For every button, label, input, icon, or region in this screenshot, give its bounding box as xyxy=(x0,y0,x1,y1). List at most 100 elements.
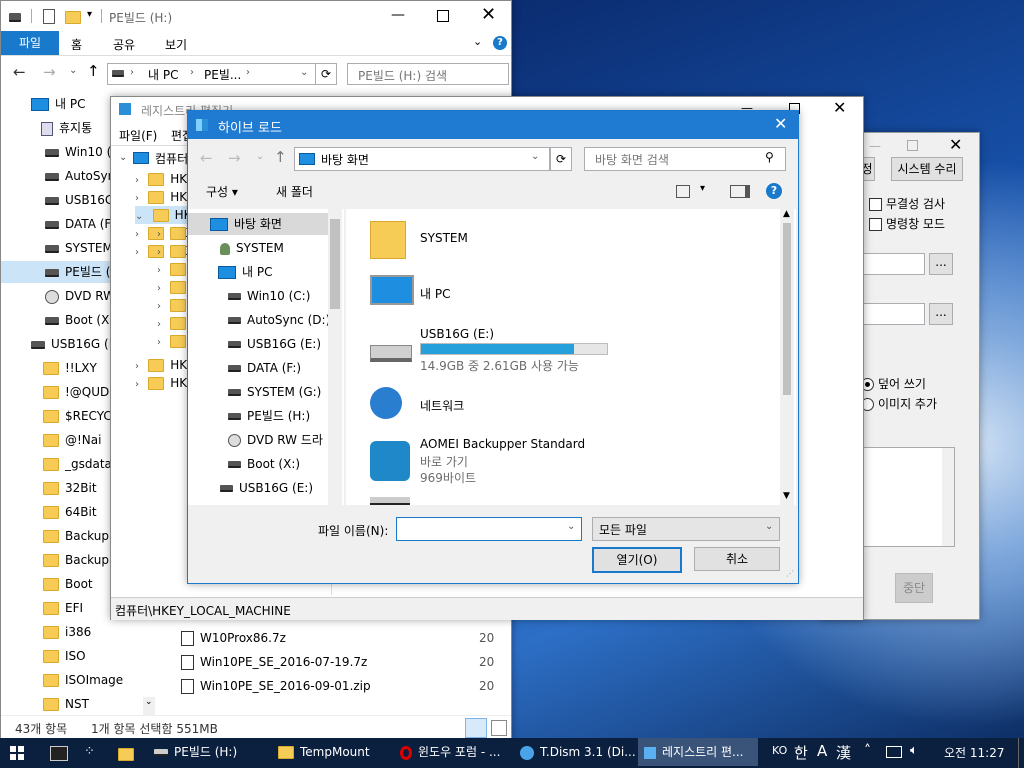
chevron-down-icon[interactable]: ⌄ xyxy=(119,152,127,163)
chevron-down-icon[interactable]: ⌄ xyxy=(765,521,773,532)
preview-pane-icon[interactable] xyxy=(730,185,750,198)
refresh-button[interactable]: ⟳ xyxy=(315,63,337,85)
back-arrow-icon[interactable]: ← xyxy=(200,149,213,167)
breadcrumb-drive[interactable]: PE빌... xyxy=(204,66,241,83)
cmd-icon[interactable] xyxy=(50,746,68,761)
chevron-right-icon[interactable]: › xyxy=(135,175,142,186)
chevron-right-icon[interactable]: › xyxy=(157,301,164,312)
dialog-nav-item[interactable]: PE빌드 (H:) xyxy=(188,405,328,427)
nav-scrollbar[interactable] xyxy=(328,209,342,505)
up-arrow-icon[interactable]: ↑ xyxy=(87,62,100,80)
log-scrollbar[interactable] xyxy=(942,448,954,546)
content-scrollbar[interactable]: ▲ ▼ xyxy=(780,209,794,505)
chevron-right-icon[interactable]: › xyxy=(157,319,164,330)
dialog-search-input[interactable]: 바탕 화면 검색 ⚲ xyxy=(584,147,786,171)
dialog-nav-item[interactable]: SYSTEM (G:) xyxy=(188,381,328,403)
dialog-nav-item[interactable]: SYSTEM xyxy=(188,237,328,259)
taskbar-item-forum[interactable]: 윈도우 포럼 - ... xyxy=(396,738,512,766)
new-folder-button[interactable]: 새 폴더 xyxy=(276,183,313,200)
search-input[interactable]: PE빌드 (H:) 검색 xyxy=(347,63,509,85)
close-button[interactable]: ✕ xyxy=(774,114,787,133)
dialog-item[interactable]: 네트워크 xyxy=(346,381,766,433)
checkbox[interactable] xyxy=(869,198,882,211)
tree-node[interactable]: › HK xyxy=(135,170,187,188)
resize-grip-icon[interactable]: ⋰ xyxy=(786,569,794,578)
chevron-right-icon[interactable]: › xyxy=(157,247,164,258)
close-button[interactable]: ✕ xyxy=(481,4,496,25)
tree-subnode[interactable]: › xyxy=(157,314,187,332)
forward-arrow-icon[interactable]: → xyxy=(228,149,241,167)
chevron-right-icon[interactable]: › xyxy=(157,283,164,294)
back-arrow-icon[interactable]: ← xyxy=(13,63,26,81)
scroll-thumb[interactable] xyxy=(783,223,791,395)
browse-button[interactable]: ... xyxy=(929,253,953,275)
cancel-button[interactable]: 취소 xyxy=(694,547,780,571)
dialog-nav-item[interactable]: USB16G (E:) xyxy=(188,333,328,355)
source-path-input[interactable] xyxy=(861,253,925,275)
chevron-right-icon[interactable]: › xyxy=(135,193,142,204)
chevron-down-icon[interactable]: ▾ xyxy=(87,9,92,20)
tree-node[interactable]: › HK xyxy=(135,356,187,374)
dialog-address-bar[interactable]: › 바탕 화면 ⌄ xyxy=(294,147,550,171)
chevron-right-icon[interactable]: › xyxy=(157,337,164,348)
help-icon[interactable]: ? xyxy=(766,183,782,199)
up-arrow-icon[interactable]: ↑ xyxy=(274,148,287,166)
taskbar-item-regedit[interactable]: 레지스트리 편... xyxy=(638,738,758,766)
tray-chevron-up-icon[interactable]: ˄ xyxy=(864,743,871,759)
cmd-mode-check[interactable]: 명령창 모드 xyxy=(869,215,945,232)
details-view-icon[interactable] xyxy=(465,718,487,738)
scroll-up-icon[interactable]: ▲ xyxy=(783,209,790,219)
dialog-nav-item[interactable]: 내 PC xyxy=(188,261,328,283)
new-folder-icon[interactable] xyxy=(65,11,81,24)
organize-button[interactable]: 구성 ▾ xyxy=(206,183,238,200)
network-icon[interactable] xyxy=(886,746,902,758)
tree-subnode[interactable]: › xyxy=(157,242,187,260)
close-button[interactable]: ✕ xyxy=(833,98,846,117)
chevron-down-icon[interactable]: ⌄ xyxy=(531,151,539,162)
tree-node[interactable]: › HK xyxy=(135,374,187,392)
start-windows-icon[interactable] xyxy=(10,746,24,760)
dialog-item[interactable]: AOMEI Backupper Standard 바로 가기 969바이트 xyxy=(346,435,766,487)
filename-input[interactable]: ⌄ xyxy=(396,517,582,541)
file-explorer-icon[interactable] xyxy=(118,748,134,761)
tab-file[interactable]: 파일 xyxy=(1,31,59,55)
chevron-right-icon[interactable]: › xyxy=(135,361,142,372)
refresh-button[interactable]: ⟳ xyxy=(550,147,572,171)
chevron-right-icon[interactable]: ⌄ xyxy=(135,211,147,222)
tab-view[interactable]: 보기 xyxy=(165,36,187,53)
dialog-nav-item[interactable]: USB16G (E:) xyxy=(188,477,328,499)
large-icons-view-icon[interactable] xyxy=(491,720,507,736)
scroll-down-icon[interactable]: ▼ xyxy=(783,491,790,501)
dialog-nav-item[interactable]: DVD RW 드라 xyxy=(188,429,328,451)
system-repair-button[interactable]: 시스템 수리 xyxy=(891,157,963,181)
dialog-nav-item[interactable]: DATA (F:) xyxy=(188,357,328,379)
tree-subnode[interactable]: › xyxy=(157,260,187,278)
chevron-down-icon[interactable]: ⌄ xyxy=(473,35,482,48)
dialog-item[interactable]: USB16G (E:) 14.9GB 중 2.61GB 사용 가능 xyxy=(346,325,766,377)
add-image-radio[interactable]: 이미지 추가 xyxy=(861,395,937,412)
file-row[interactable]: Win10PE_SE_2016-09-01.zip 20 xyxy=(161,675,511,697)
ime-hanja[interactable]: 漢 xyxy=(836,742,851,763)
target-path-input[interactable] xyxy=(861,303,925,325)
view-options-icon[interactable] xyxy=(676,185,690,198)
dialog-nav-item[interactable]: Boot (X:) xyxy=(188,453,328,475)
tree-subnode[interactable]: › xyxy=(157,332,187,350)
dialog-item[interactable]: 내 PC xyxy=(346,269,766,321)
forward-arrow-icon[interactable]: → xyxy=(43,63,56,81)
stop-button[interactable]: 중단 xyxy=(895,573,933,603)
tree-node[interactable]: ⌄ HK xyxy=(135,206,192,224)
taskbar-item-tempmount[interactable]: TempMount xyxy=(274,738,390,766)
nav-item[interactable]: ISOImage xyxy=(1,669,151,691)
chevron-right-icon[interactable]: › xyxy=(135,379,142,390)
minimize-button[interactable]: — xyxy=(391,7,405,23)
close-button[interactable]: ✕ xyxy=(949,135,962,154)
volume-icon[interactable]: 🔈︎ xyxy=(910,743,918,758)
help-icon[interactable]: ? xyxy=(493,36,507,50)
tree-node[interactable]: › HK xyxy=(135,188,187,206)
menu-file[interactable]: 파일(F) xyxy=(119,127,157,144)
dialog-nav-item[interactable]: Win10 (C:) xyxy=(188,285,328,307)
chevron-down-icon[interactable]: ⌄ xyxy=(300,67,308,78)
chevron-right-icon[interactable]: › xyxy=(157,265,164,276)
chevron-down-icon[interactable]: ⌄ xyxy=(69,65,77,76)
nav-item[interactable]: i386 xyxy=(1,621,151,643)
